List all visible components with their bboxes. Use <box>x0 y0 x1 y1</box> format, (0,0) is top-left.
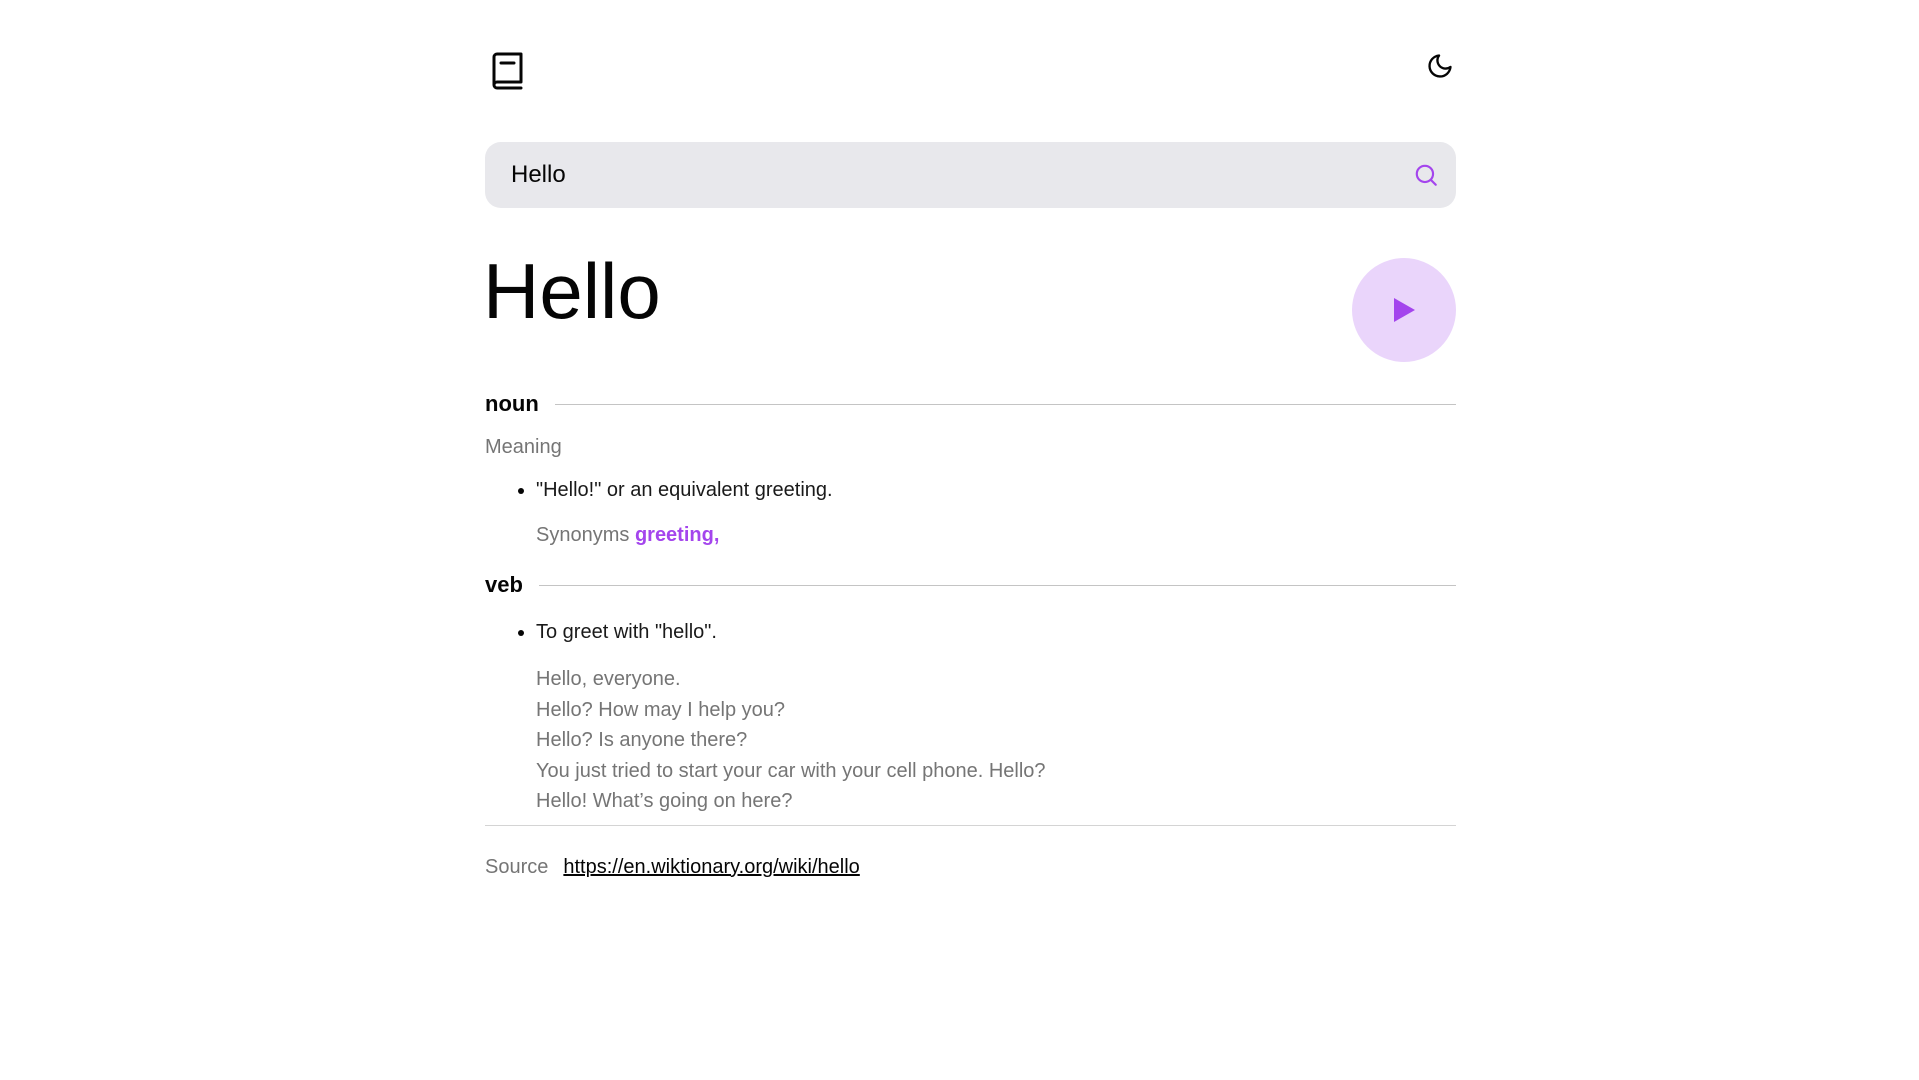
word-heading-row: Hello <box>483 208 1456 384</box>
meaning-section-verb: veb To greet with "hello". Hello, everyo… <box>485 565 1456 817</box>
page: Hello noun Meaning "Hello!" or an equiva… <box>0 0 1919 1080</box>
source-row: Source https://en.wiktionary.org/wiki/he… <box>485 856 1456 879</box>
dictionary-app: Hello noun Meaning "Hello!" or an equiva… <box>483 0 1456 879</box>
synonyms-row: Synonyms greeting, <box>485 524 1456 547</box>
play-icon <box>1394 298 1415 322</box>
app-header <box>485 0 1456 142</box>
meaning-label: Meaning <box>485 436 562 458</box>
part-of-speech-row: veb <box>485 565 1456 605</box>
synonym-link[interactable]: greeting, <box>635 524 719 546</box>
play-pronunciation-button[interactable] <box>1352 258 1456 362</box>
meaning-section-noun: noun Meaning "Hello!" or an equivalent g… <box>485 384 1456 547</box>
part-of-speech-row: noun <box>485 384 1456 424</box>
example-item: Hello? How may I help you? <box>536 698 786 721</box>
definition-item: "Hello!" or an equivalent greeting. <box>536 479 1456 502</box>
example-item: You just tried to start your car with yo… <box>536 759 1046 782</box>
example-item: Hello! What’s going on here? <box>536 790 793 812</box>
book-icon[interactable] <box>490 51 526 91</box>
search-button[interactable] <box>1396 142 1456 208</box>
part-of-speech: noun <box>485 391 539 416</box>
examples-list: Hello, everyone. Hello? How may I help y… <box>485 664 1456 817</box>
search-icon <box>1415 164 1437 186</box>
divider <box>554 403 1456 405</box>
part-of-speech: veb <box>485 572 523 597</box>
moon-icon <box>1428 54 1452 78</box>
divider <box>538 584 1456 586</box>
definition-list: "Hello!" or an equivalent greeting. <box>485 479 1456 502</box>
word-title: Hello <box>483 247 661 335</box>
definition-item: To greet with "hello". <box>536 621 1456 644</box>
source-label: Source <box>485 855 549 878</box>
search-input[interactable] <box>485 142 1396 208</box>
example-item: Hello, everyone. <box>536 668 681 690</box>
definition-list: To greet with "hello". <box>485 621 1456 644</box>
footer-divider <box>485 824 1456 826</box>
search-bar <box>485 142 1456 208</box>
theme-toggle-button[interactable] <box>1424 50 1456 82</box>
example-item: Hello? Is anyone there? <box>536 729 748 751</box>
source-link[interactable]: https://en.wiktionary.org/wiki/hello <box>563 856 859 879</box>
synonyms-label: Synonyms <box>536 524 630 546</box>
